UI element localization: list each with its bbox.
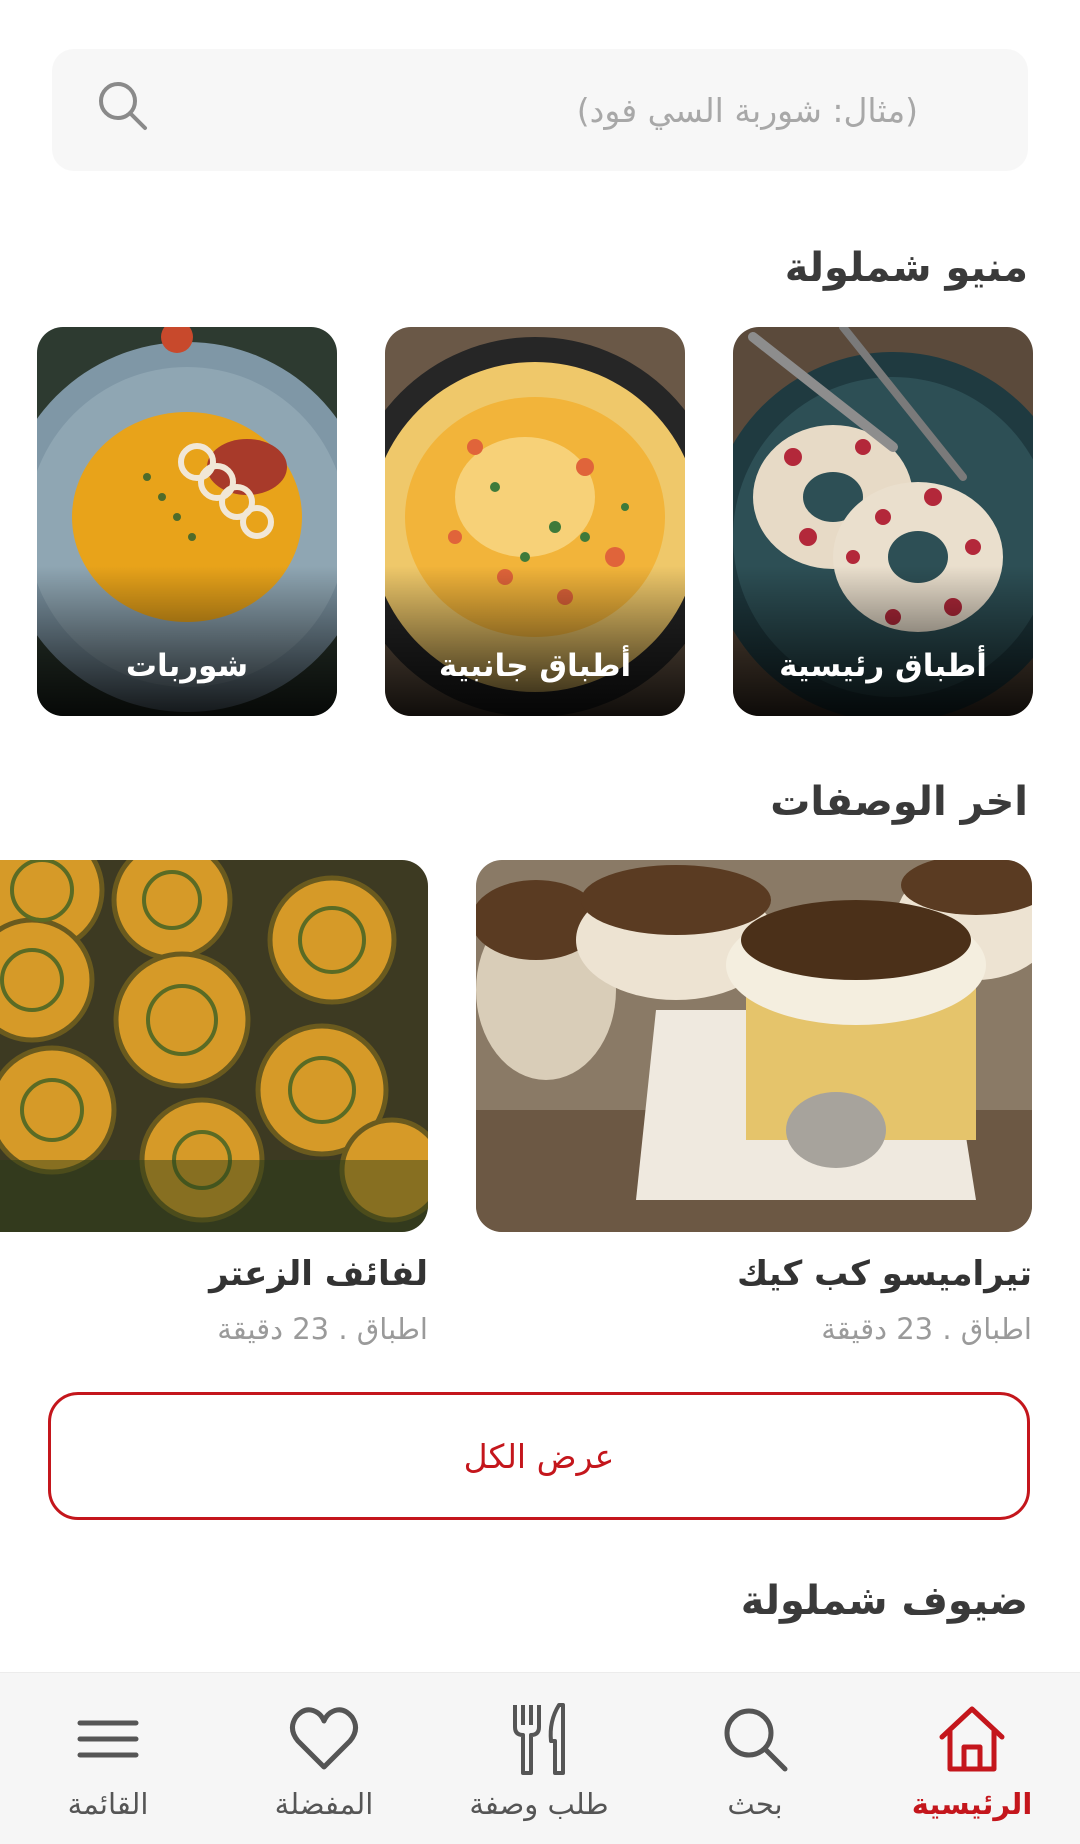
thyme-rolls-image [0, 860, 428, 1232]
recipe-meta: اطباق . 23 دقيقة [821, 1312, 1032, 1346]
menu-card-label: أطباق رئيسية [779, 648, 987, 684]
recipe-image [0, 860, 428, 1232]
home-icon [939, 1706, 1005, 1772]
nav-item-favorites[interactable]: المفضلة [224, 1673, 424, 1844]
nav-item-menu[interactable]: القائمة [8, 1673, 208, 1844]
nav-label: المفضلة [274, 1787, 374, 1821]
menu-card-label: شوربات [125, 648, 249, 684]
menu-card-soups[interactable]: شوربات [37, 327, 337, 716]
menu-card-shade [37, 566, 337, 716]
nav-label: بحث [727, 1787, 783, 1821]
recipe-card[interactable]: لفائف الزعتر اطباق . 23 دقيقة [0, 860, 428, 1346]
recipe-card[interactable]: تيراميسو كب كيك اطباق . 23 دقيقة [476, 860, 1032, 1346]
search-icon[interactable] [96, 79, 150, 133]
menu-card-side-dishes[interactable]: أطباق جانبية [385, 327, 685, 716]
guests-section-title: ضيوف شملولة [740, 1578, 1028, 1624]
cupcake-image [476, 860, 1032, 1232]
recipe-title: لفائف الزعتر [209, 1254, 428, 1294]
view-all-button[interactable]: عرض الكل [48, 1392, 1030, 1520]
recipe-image [476, 860, 1032, 1232]
recipes-section-title: اخر الوصفات [770, 779, 1028, 825]
menu-icon [77, 1720, 139, 1758]
menu-card-shade [733, 566, 1033, 716]
heart-icon [290, 1707, 358, 1770]
menu-card-main-dishes[interactable]: أطباق رئيسية [733, 327, 1033, 716]
search-input[interactable] [222, 79, 918, 141]
nav-label: طلب وصفة [469, 1787, 609, 1821]
search-icon [724, 1708, 788, 1772]
menu-card-label: أطباق جانبية [438, 648, 632, 684]
nav-item-search[interactable]: بحث [655, 1673, 855, 1844]
recipe-title: تيراميسو كب كيك [736, 1254, 1032, 1294]
menu-card-shade [385, 566, 685, 716]
home-screen: منيو شملولة أطباق رئيسية [0, 0, 1080, 1844]
search-bar[interactable] [52, 49, 1028, 171]
nav-label: الرئيسية [911, 1787, 1033, 1821]
menu-section-title: منيو شملولة [784, 245, 1028, 291]
bottom-navigation: الرئيسية بحث طلب وصفة المفضلة القائمة [0, 1672, 1080, 1844]
nav-item-home[interactable]: الرئيسية [872, 1673, 1072, 1844]
recipe-meta: اطباق . 23 دقيقة [217, 1312, 428, 1346]
nav-label: القائمة [67, 1787, 149, 1821]
fork-knife-icon [513, 1703, 565, 1775]
nav-item-request-recipe[interactable]: طلب وصفة [439, 1673, 639, 1844]
